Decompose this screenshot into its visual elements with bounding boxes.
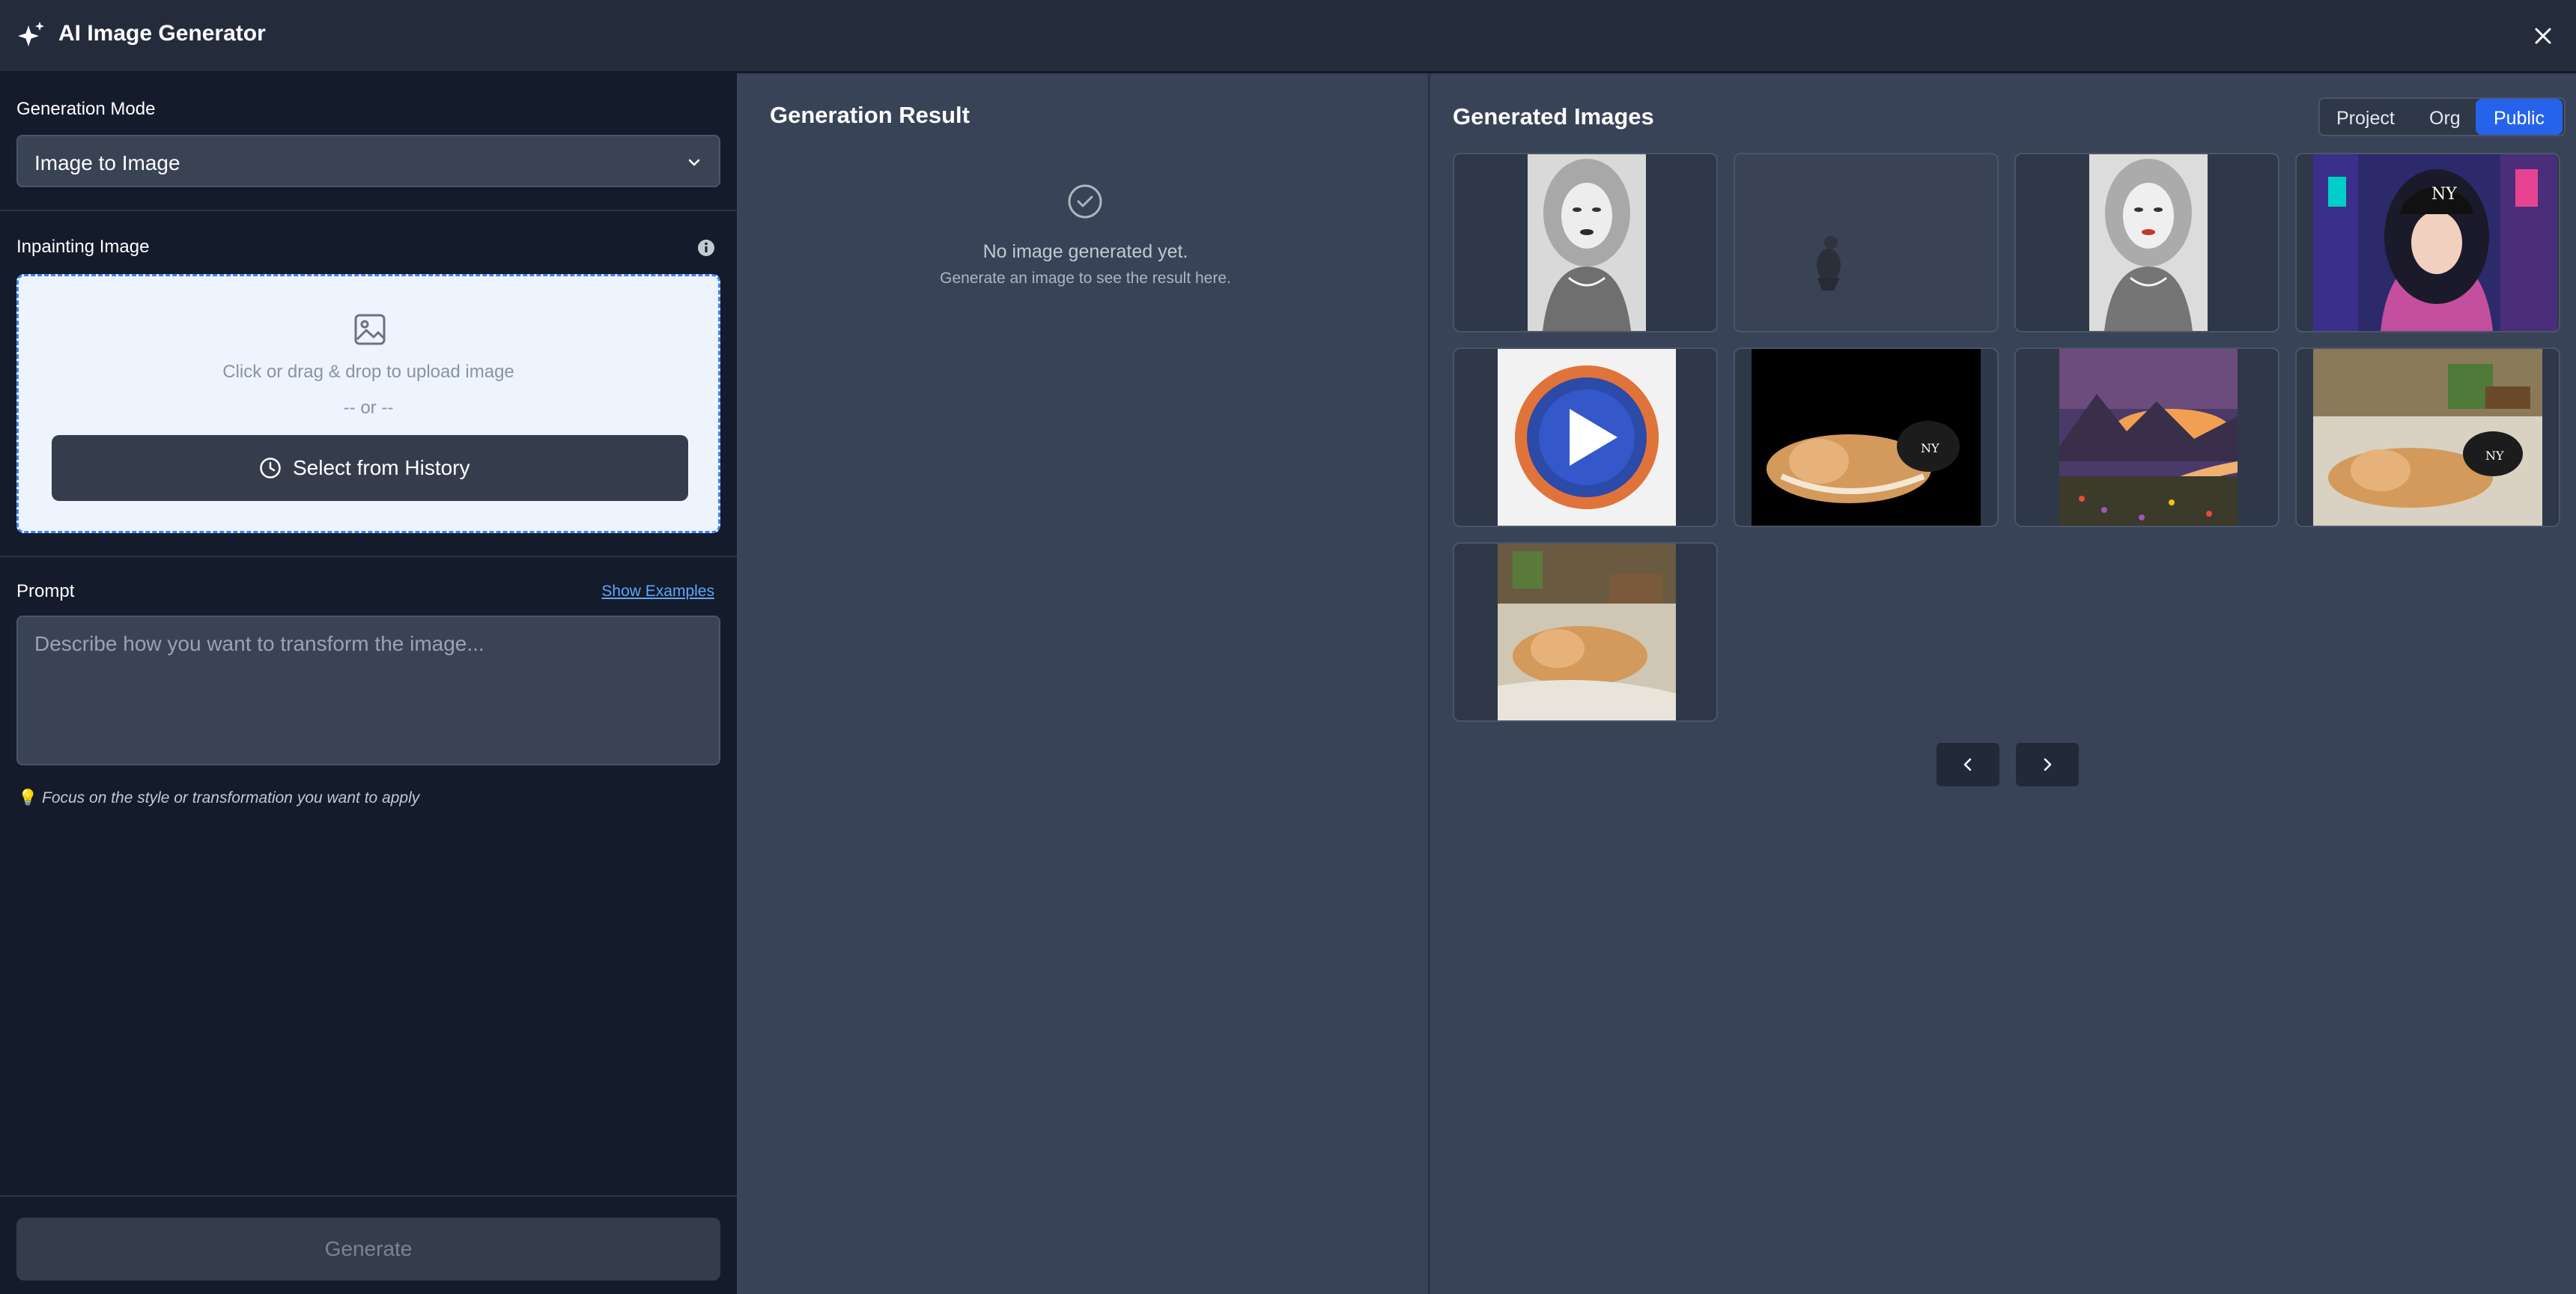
lightbulb-icon: 💡 xyxy=(18,789,38,807)
portrait-image xyxy=(1528,154,1646,331)
clock-icon xyxy=(260,458,281,479)
gallery-thumbnail[interactable]: NY xyxy=(1734,347,1999,527)
prompt-tip: 💡 Focus on the style or transformation y… xyxy=(18,789,419,807)
chevron-right-icon xyxy=(2044,758,2052,771)
empty-state-subtitle: Generate an image to see the result here… xyxy=(940,270,1231,287)
scope-org[interactable]: Org xyxy=(2429,108,2461,130)
history-button-label: Select from History xyxy=(293,456,470,479)
close-icon[interactable] xyxy=(2530,22,2557,49)
generate-button[interactable]: Generate xyxy=(16,1218,720,1281)
prompt-label: Prompt xyxy=(16,581,75,601)
gallery-thumbnail[interactable] xyxy=(1453,542,1718,722)
play-button-image xyxy=(1498,349,1676,526)
generation-result-panel: Generation Result No image generated yet… xyxy=(743,73,1430,1294)
inpainting-image-label: Inpainting Image xyxy=(16,237,150,257)
sleeping-cat-window-image xyxy=(1498,544,1676,720)
scope-project[interactable]: Project xyxy=(2336,108,2395,130)
prompt-textarea[interactable]: Describe how you want to transform the i… xyxy=(16,616,720,765)
gallery-thumbnail[interactable] xyxy=(1734,153,1999,332)
image-icon xyxy=(354,314,386,345)
generation-mode-label: Generation Mode xyxy=(16,99,156,119)
generation-mode-value: Image to Image xyxy=(34,151,180,174)
app-title: AI Image Generator xyxy=(58,21,266,46)
scope-public[interactable]: Public xyxy=(2476,99,2563,135)
generation-mode-select[interactable]: Image to Image xyxy=(16,135,720,187)
next-page-button[interactable] xyxy=(2016,743,2079,786)
settings-panel: Generation Mode Image to Image Inpaintin… xyxy=(0,73,743,1294)
prompt-placeholder: Describe how you want to transform the i… xyxy=(34,632,484,655)
svg-text:NY: NY xyxy=(2431,185,2457,204)
dark-figure-image xyxy=(1735,154,1997,331)
sleeping-cat-black-image: NY xyxy=(1752,349,1981,526)
gallery-thumbnail[interactable] xyxy=(1453,153,1718,332)
divider xyxy=(0,556,737,557)
gallery-thumbnail[interactable] xyxy=(1453,347,1718,527)
portrait-image xyxy=(2089,154,2208,331)
header: AI Image Generator xyxy=(0,0,2576,73)
select-from-history-button[interactable]: Select from History xyxy=(52,435,688,501)
generated-images-title: Generated Images xyxy=(1453,103,1654,130)
divider xyxy=(0,1195,737,1197)
previous-page-button[interactable] xyxy=(1936,743,1999,786)
sleeping-cat-bed-image: NY xyxy=(2313,349,2542,526)
mountain-sunset-image xyxy=(2059,349,2238,526)
generation-result-title: Generation Result xyxy=(770,102,970,128)
info-icon[interactable] xyxy=(696,238,716,258)
upload-hint: Click or drag & drop to upload image xyxy=(222,362,514,382)
or-separator: -- or -- xyxy=(343,398,394,418)
generated-images-panel: Generated Images Project Org Public NY N… xyxy=(1430,73,2576,1294)
svg-text:NY: NY xyxy=(2485,449,2504,463)
divider xyxy=(0,210,737,211)
chevron-down-icon xyxy=(688,159,700,166)
gallery-thumbnail[interactable]: NY xyxy=(2295,347,2560,527)
neon-city-portrait-image: NY xyxy=(2313,154,2557,331)
prompt-tip-text: Focus on the style or transformation you… xyxy=(42,789,420,807)
show-examples-link[interactable]: Show Examples xyxy=(601,583,714,601)
svg-text:NY: NY xyxy=(1921,441,1939,455)
empty-state-title: No image generated yet. xyxy=(982,241,1188,262)
scope-toggle: Project Org Public xyxy=(2318,97,2566,136)
gallery-thumbnail[interactable] xyxy=(2014,347,2279,527)
generate-button-label: Generate xyxy=(324,1237,413,1260)
check-circle-icon xyxy=(1068,184,1102,219)
chevron-left-icon xyxy=(1963,758,1972,771)
image-upload-dropzone[interactable]: Click or drag & drop to upload image -- … xyxy=(16,274,720,533)
sparkle-icon xyxy=(18,22,44,46)
gallery-thumbnail[interactable]: NY xyxy=(2295,153,2560,332)
gallery-thumbnail[interactable] xyxy=(2014,153,2279,332)
scope-public-label: Public xyxy=(2493,108,2545,129)
